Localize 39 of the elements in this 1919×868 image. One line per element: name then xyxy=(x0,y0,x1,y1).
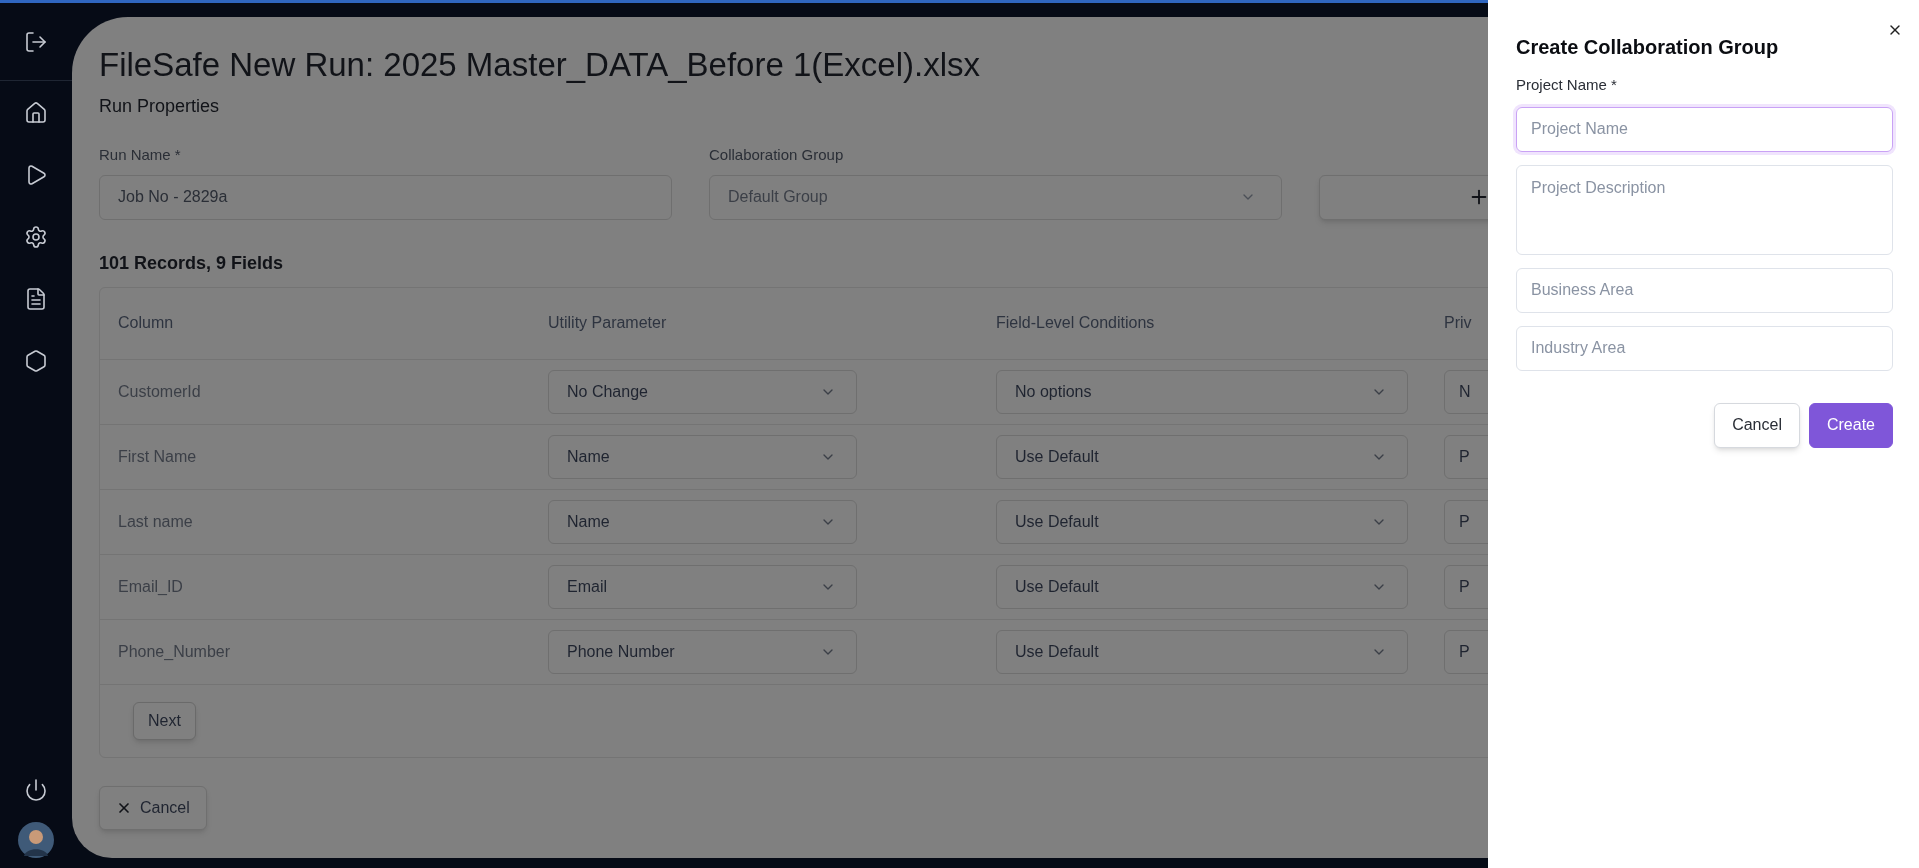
field-label: Collaboration Group xyxy=(709,145,845,165)
run-name-field[interactable]: Job No - 2829a xyxy=(99,174,672,220)
dropdown[interactable]: Phone Number xyxy=(548,629,857,674)
dropdown[interactable]: P xyxy=(1444,629,1488,674)
column-header: Field-Level Conditions xyxy=(996,313,1155,333)
table-cell-text: Last name xyxy=(117,511,193,532)
table-cell-text: Phone_Number xyxy=(117,641,231,662)
dropdown[interactable]: P xyxy=(1444,499,1488,544)
dropdown[interactable]: P xyxy=(1444,564,1488,609)
dropdown[interactable]: Name xyxy=(548,499,857,544)
dropdown[interactable]: Use Default xyxy=(996,434,1408,479)
description-field[interactable]: Project Description xyxy=(1516,164,1893,255)
cancel-button[interactable]: Cancel xyxy=(99,785,207,830)
page-title: FileSafe New Run: 2025 Master_DATA_Before 1(Excel).xlsx xyxy=(99,45,981,85)
section-title: Run Properties xyxy=(99,95,221,118)
dropdown[interactable]: No Change xyxy=(548,369,857,414)
drawer-title: Create Collaboration Group xyxy=(1516,35,1780,60)
dropdown[interactable]: Use Default xyxy=(996,564,1408,609)
text-field[interactable]: Project Name xyxy=(1516,106,1893,152)
collaboration-group-dropdown[interactable]: Default Group xyxy=(709,174,1282,220)
dropdown[interactable]: Use Default xyxy=(996,499,1408,544)
table-cell-text: CustomerId xyxy=(117,381,201,402)
field-label: Project Name * xyxy=(1516,75,1618,95)
next-button[interactable]: Next xyxy=(133,701,196,740)
records-summary: 101 Records, 9 Fields xyxy=(99,251,285,275)
dropdown[interactable]: No options xyxy=(996,369,1408,414)
dropdown[interactable]: Name xyxy=(548,434,857,479)
column-header: Priv xyxy=(1444,313,1472,333)
field-label: Run Name * xyxy=(99,145,182,165)
table-cell-text: Email_ID xyxy=(117,576,183,597)
column-header: Column xyxy=(117,313,174,333)
column-header: Utility Parameter xyxy=(548,313,667,333)
dropdown[interactable]: N xyxy=(1444,369,1488,414)
table-cell-text: First Name xyxy=(117,446,197,467)
cancel-button[interactable]: Cancel xyxy=(1714,402,1800,448)
dropdown[interactable]: P xyxy=(1444,434,1488,479)
create-button[interactable]: Create xyxy=(1808,402,1893,448)
dropdown[interactable]: Use Default xyxy=(996,629,1408,674)
dropdown[interactable]: Email xyxy=(548,564,857,609)
